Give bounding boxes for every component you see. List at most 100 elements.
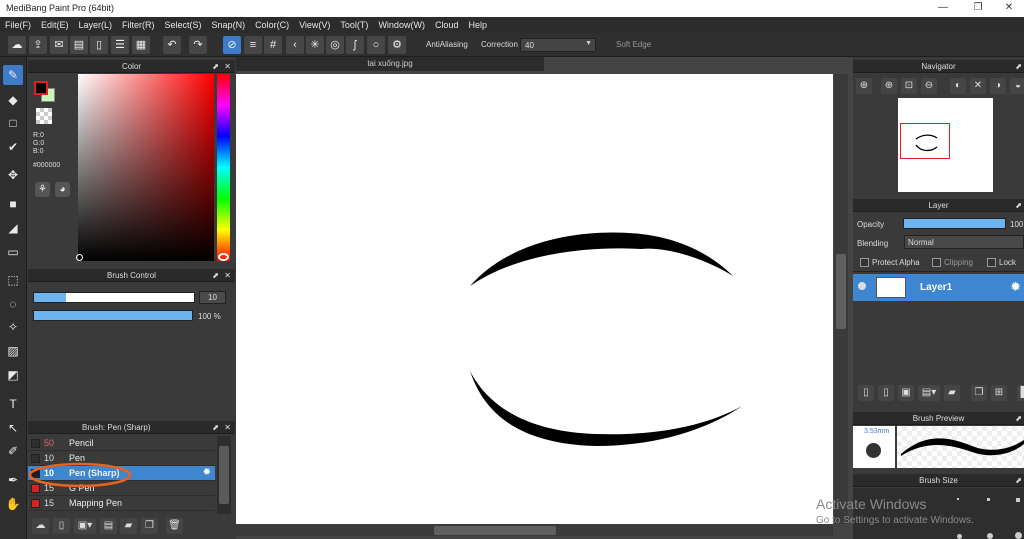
select-tool-icon[interactable]: ⬚ (3, 270, 23, 290)
rotate-left-icon[interactable]: ◐ (950, 78, 966, 94)
gear-icon[interactable]: ✹ (1010, 279, 1021, 295)
circle-snap-icon[interactable]: ○ (367, 36, 385, 54)
panel-divider-icon[interactable]: ✐ (3, 441, 23, 461)
lock-checkbox[interactable] (987, 258, 996, 267)
dot-tool-icon[interactable]: ✔ (3, 137, 23, 157)
shape-tool-icon[interactable]: □ (3, 113, 23, 133)
saturation-value-picker[interactable] (78, 74, 214, 261)
grid-snap-icon[interactable]: # (264, 36, 282, 54)
protect-alpha-checkbox[interactable] (860, 258, 869, 267)
copy-layer-icon[interactable]: ▣ (898, 385, 914, 401)
trash-icon[interactable]: 🗑 (166, 518, 183, 534)
vertical-scroll-thumb[interactable] (836, 254, 846, 329)
menu-edit[interactable]: Edit(E) (36, 17, 74, 33)
zoom-in-icon[interactable]: ⊕ (881, 78, 897, 94)
size-dot[interactable] (957, 498, 959, 500)
color-picker-icon[interactable]: ◕ (55, 182, 70, 197)
brush-size-value[interactable]: 10 (199, 291, 226, 304)
hand-tool-icon[interactable]: ✋ (3, 494, 23, 514)
brush-list-scrollbar[interactable] (217, 436, 231, 514)
snap-off-icon[interactable]: ⊘ (223, 36, 241, 54)
blending-select[interactable]: Normal (904, 235, 1024, 249)
brush-menu-icon[interactable]: ▣▾ (74, 518, 96, 534)
size-dot[interactable] (987, 498, 990, 501)
close-icon[interactable]: ✕ (224, 60, 231, 73)
menu-snap[interactable]: Snap(N) (207, 17, 251, 33)
message-icon[interactable]: ▤ (70, 36, 88, 54)
brush-tool-icon[interactable]: ✎ (3, 65, 23, 85)
parallel-snap-icon[interactable]: ≡ (244, 36, 262, 54)
menu-layer[interactable]: Layer(L) (74, 17, 118, 33)
gradient-tool-icon[interactable]: ▭ (3, 242, 23, 262)
flip-icon[interactable]: ◒ (1010, 78, 1024, 94)
layer-menu-icon[interactable]: ▤▾ (918, 385, 940, 401)
horizontal-scroll-thumb[interactable] (434, 526, 556, 535)
eraser-tool-icon[interactable]: ◆ (3, 90, 23, 110)
correction-select[interactable]: 40 ▼ (520, 38, 596, 52)
close-button[interactable]: ✕ (994, 0, 1024, 17)
size-dot[interactable] (957, 534, 962, 539)
eyedropper-icon[interactable]: ✒ (3, 470, 23, 490)
select-pen-icon[interactable]: ▨ (3, 341, 23, 361)
new-brush-icon[interactable]: ▯ (53, 518, 70, 534)
menu-cloud[interactable]: Cloud (430, 17, 464, 33)
layer-row-selected[interactable]: Layer1 ✹ (853, 274, 1024, 301)
brush-opacity-slider[interactable] (33, 310, 193, 321)
hue-slider[interactable] (217, 74, 230, 261)
folder-icon[interactable]: ▰ (944, 385, 960, 401)
document-tab[interactable]: tai xuống.jpg (236, 57, 544, 71)
export-icon[interactable]: ⇪ (29, 36, 47, 54)
brush-size-slider[interactable] (33, 292, 195, 303)
pin-icon[interactable]: ⬈ (1015, 474, 1022, 487)
page-icon[interactable]: ▯ (90, 36, 108, 54)
clipping-checkbox[interactable] (932, 258, 941, 267)
drawing-canvas[interactable] (236, 74, 833, 524)
rotate-reset-icon[interactable]: ✕ (970, 78, 986, 94)
menu-filter[interactable]: Filter(R) (117, 17, 160, 33)
pin-icon[interactable]: ⬈ (1015, 412, 1022, 425)
close-icon[interactable]: ✕ (224, 269, 231, 282)
perspective-snap-icon[interactable]: ‹ (286, 36, 304, 54)
menu-tool[interactable]: Tool(T) (335, 17, 373, 33)
radial-snap-icon[interactable]: ✳ (306, 36, 324, 54)
menu-help[interactable]: Help (463, 17, 492, 33)
menu-file[interactable]: File(F) (0, 17, 36, 33)
document-icon[interactable]: ☰ (111, 36, 129, 54)
menu-select[interactable]: Select(S) (160, 17, 207, 33)
layer-opacity-slider[interactable] (903, 218, 1006, 229)
bucket-tool-icon[interactable]: ◢ (3, 218, 23, 238)
menu-view[interactable]: View(V) (294, 17, 335, 33)
concentric-snap-icon[interactable]: ◎ (326, 36, 344, 54)
magic-wand-icon[interactable]: ✧ (3, 317, 23, 337)
brush-settings-icon[interactable]: ▤ (100, 518, 117, 534)
operation-tool-icon[interactable]: ↖ (3, 418, 23, 438)
size-dot[interactable] (1015, 532, 1022, 539)
scrollbar-thumb[interactable] (219, 446, 229, 504)
redo-icon[interactable]: ↷ (189, 36, 207, 54)
hue-cursor[interactable] (218, 253, 229, 261)
duplicate-icon[interactable]: ❐ (141, 518, 158, 534)
select-eraser-icon[interactable]: ◩ (3, 365, 23, 385)
palette-icon[interactable]: ⚘ (35, 182, 50, 197)
fit-icon[interactable]: ⊡ (901, 78, 917, 94)
add-brush-icon[interactable]: ☁ (32, 518, 49, 534)
move-tool-icon[interactable]: ✥ (3, 165, 23, 185)
rectangle-fill-icon[interactable]: ■ (3, 194, 23, 214)
zoom-out-icon[interactable]: ⊖ (921, 78, 937, 94)
gear-icon[interactable]: ✹ (203, 467, 211, 478)
duplicate-layer-icon[interactable]: ❐ (971, 385, 987, 401)
undo-icon[interactable]: ↶ (163, 36, 181, 54)
primary-color-swatch[interactable] (34, 81, 48, 95)
minimize-button[interactable]: — (928, 0, 958, 17)
eye-icon[interactable] (858, 282, 866, 290)
brush-item[interactable]: 15 Mapping Pen (28, 496, 215, 511)
menu-window[interactable]: Window(W) (373, 17, 430, 33)
maximize-button[interactable]: ❐ (963, 0, 993, 17)
zoom-icon[interactable]: ⊕ (856, 78, 872, 94)
pin-icon[interactable]: ⬈ (1015, 199, 1022, 212)
curve-snap-icon[interactable]: ʃ (346, 36, 364, 54)
cloud-icon[interactable]: ☁ (8, 36, 26, 54)
comment-icon[interactable]: ✉ (50, 36, 68, 54)
brush-item[interactable]: 50 Pencil (28, 436, 215, 451)
lasso-tool-icon[interactable]: ◌ (3, 294, 23, 314)
